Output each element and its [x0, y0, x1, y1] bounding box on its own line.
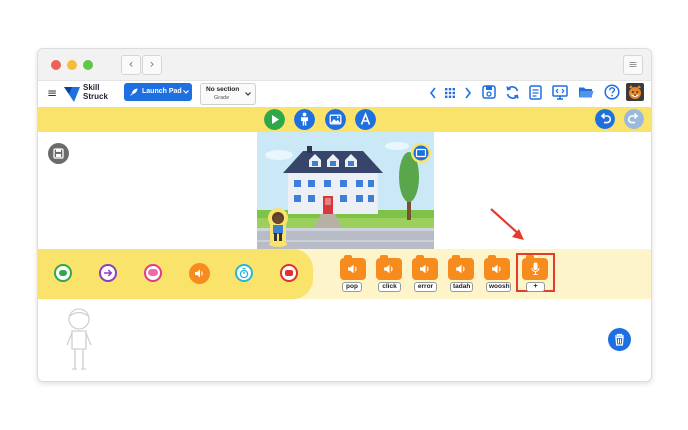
add-text-button[interactable] [355, 109, 376, 130]
add-background-button[interactable] [325, 109, 346, 130]
record-block-plus-label: + [526, 282, 545, 292]
app-header: ≡ Skill Struck Launch Pad No section Gra… [38, 81, 651, 107]
sound-block-label: tadah [450, 282, 473, 292]
category-start-button[interactable] [54, 264, 72, 282]
speaker-icon [348, 264, 357, 274]
section-grade: Grade [214, 95, 230, 101]
browser-titlebar: ‹ › ≡ [38, 49, 651, 81]
sound-block-error[interactable] [412, 255, 438, 280]
trash-button[interactable] [608, 328, 631, 351]
section-title: No section [206, 86, 240, 93]
hamburger-menu-icon[interactable]: ≡ [47, 87, 57, 99]
undo-button[interactable] [595, 109, 615, 129]
block-categories [38, 249, 313, 299]
block-tray: pop click error tadah woosh + [38, 249, 651, 299]
section-selector[interactable]: No section Grade [200, 83, 256, 105]
category-end-button[interactable] [280, 264, 298, 282]
record-sound-block[interactable] [522, 255, 548, 280]
speaker-icon [456, 264, 465, 274]
close-window-dot[interactable] [51, 60, 61, 70]
play-button[interactable] [264, 109, 285, 130]
save-icon[interactable] [482, 85, 496, 99]
house-scene-background [257, 132, 434, 249]
character-sprite[interactable] [268, 208, 288, 247]
arrow-right-icon [104, 269, 113, 277]
sound-block-label: woosh [486, 282, 511, 292]
presentation-code-icon[interactable] [552, 85, 568, 100]
sound-block-label: error [414, 282, 437, 292]
microphone-icon [531, 262, 540, 275]
project-stage[interactable] [257, 132, 434, 249]
help-icon[interactable] [604, 84, 620, 100]
logo-text: Skill Struck [83, 83, 108, 101]
minimize-window-dot[interactable] [67, 60, 77, 70]
chevron-down-icon [245, 92, 251, 96]
folder-icon[interactable] [578, 85, 594, 99]
sound-block-click[interactable] [376, 255, 402, 280]
code-workspace[interactable] [38, 299, 651, 381]
sound-block-tadah[interactable] [448, 255, 474, 280]
speaker-icon [384, 264, 393, 274]
speaker-icon [195, 269, 203, 278]
category-motion-button[interactable] [99, 264, 117, 282]
speaker-icon [492, 264, 501, 274]
speaker-icon [420, 264, 429, 274]
redo-button[interactable] [624, 109, 644, 129]
browser-back-button[interactable]: ‹ [121, 55, 141, 75]
character-outline-placeholder [66, 308, 92, 370]
add-character-button[interactable] [294, 109, 315, 130]
maximize-window-dot[interactable] [83, 60, 93, 70]
annotation-arrow-icon [490, 208, 524, 240]
sound-block-label: pop [342, 282, 362, 292]
browser-window: ‹ › ≡ ≡ Skill Struck Launch Pad No secti… [37, 48, 652, 382]
stage-fullscreen-icon[interactable] [411, 143, 431, 163]
grid-menu-icon[interactable] [445, 88, 455, 98]
editor-toolbar [38, 107, 651, 132]
sound-block-pop[interactable] [340, 255, 366, 280]
category-sound-button[interactable] [189, 263, 210, 284]
browser-menu-button[interactable]: ≡ [623, 55, 643, 75]
sound-block-woosh[interactable] [484, 255, 510, 280]
category-control-button[interactable] [235, 264, 253, 282]
logo-line2: Struck [83, 91, 108, 101]
sound-block-label: click [378, 282, 401, 292]
document-icon[interactable] [529, 85, 542, 100]
rocket-icon [130, 88, 138, 96]
previous-lesson-icon[interactable] [429, 86, 437, 100]
save-project-button[interactable] [48, 143, 69, 164]
next-lesson-icon[interactable] [464, 86, 472, 100]
category-looks-button[interactable] [144, 264, 162, 282]
timer-icon [239, 267, 249, 279]
browser-forward-button[interactable]: › [142, 55, 162, 75]
sync-icon[interactable] [505, 85, 520, 100]
launch-pad-label: Launch Pad [142, 88, 182, 95]
launch-pad-button[interactable]: Launch Pad [124, 83, 192, 101]
user-avatar-fox-icon[interactable] [626, 83, 644, 101]
skill-struck-logo-icon [64, 87, 80, 102]
chevron-down-icon [183, 90, 189, 94]
